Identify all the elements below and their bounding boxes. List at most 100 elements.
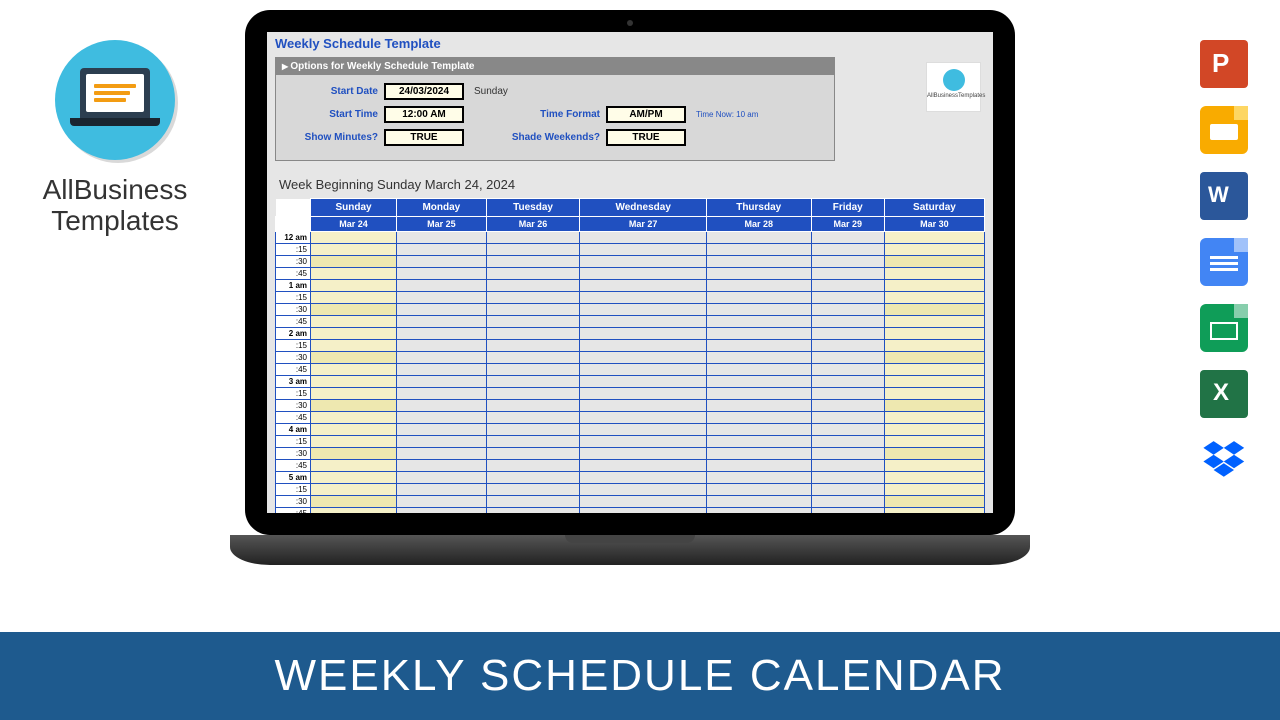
schedule-cell[interactable] xyxy=(706,508,811,514)
schedule-cell[interactable] xyxy=(486,328,580,340)
time-format-field[interactable]: AM/PM xyxy=(606,106,686,123)
schedule-cell[interactable] xyxy=(884,448,984,460)
schedule-cell[interactable] xyxy=(397,436,487,448)
schedule-cell[interactable] xyxy=(884,496,984,508)
schedule-cell[interactable] xyxy=(811,412,884,424)
schedule-cell[interactable] xyxy=(486,304,580,316)
schedule-cell[interactable] xyxy=(706,340,811,352)
schedule-cell[interactable] xyxy=(811,460,884,472)
schedule-cell[interactable] xyxy=(706,292,811,304)
schedule-cell[interactable] xyxy=(706,280,811,292)
schedule-cell[interactable] xyxy=(580,304,706,316)
schedule-cell[interactable] xyxy=(580,364,706,376)
schedule-cell[interactable] xyxy=(884,388,984,400)
schedule-cell[interactable] xyxy=(811,508,884,514)
schedule-cell[interactable] xyxy=(311,340,397,352)
schedule-cell[interactable] xyxy=(884,436,984,448)
schedule-cell[interactable] xyxy=(311,232,397,244)
schedule-cell[interactable] xyxy=(397,340,487,352)
schedule-cell[interactable] xyxy=(397,472,487,484)
schedule-cell[interactable] xyxy=(397,400,487,412)
schedule-cell[interactable] xyxy=(811,280,884,292)
schedule-cell[interactable] xyxy=(811,424,884,436)
schedule-cell[interactable] xyxy=(580,292,706,304)
schedule-cell[interactable] xyxy=(397,424,487,436)
schedule-cell[interactable] xyxy=(811,292,884,304)
schedule-cell[interactable] xyxy=(706,352,811,364)
schedule-cell[interactable] xyxy=(397,316,487,328)
schedule-cell[interactable] xyxy=(811,256,884,268)
schedule-cell[interactable] xyxy=(811,268,884,280)
show-minutes-field[interactable]: TRUE xyxy=(384,129,464,146)
schedule-cell[interactable] xyxy=(580,376,706,388)
schedule-cell[interactable] xyxy=(311,508,397,514)
schedule-cell[interactable] xyxy=(884,292,984,304)
schedule-cell[interactable] xyxy=(486,352,580,364)
schedule-cell[interactable] xyxy=(580,496,706,508)
schedule-cell[interactable] xyxy=(486,460,580,472)
schedule-cell[interactable] xyxy=(311,352,397,364)
schedule-cell[interactable] xyxy=(580,244,706,256)
schedule-cell[interactable] xyxy=(811,328,884,340)
schedule-cell[interactable] xyxy=(580,340,706,352)
schedule-cell[interactable] xyxy=(884,340,984,352)
schedule-cell[interactable] xyxy=(311,424,397,436)
schedule-cell[interactable] xyxy=(486,316,580,328)
schedule-cell[interactable] xyxy=(486,484,580,496)
schedule-cell[interactable] xyxy=(884,304,984,316)
schedule-cell[interactable] xyxy=(580,352,706,364)
schedule-cell[interactable] xyxy=(884,316,984,328)
schedule-cell[interactable] xyxy=(811,448,884,460)
schedule-cell[interactable] xyxy=(397,460,487,472)
schedule-cell[interactable] xyxy=(811,352,884,364)
schedule-cell[interactable] xyxy=(397,448,487,460)
schedule-cell[interactable] xyxy=(311,292,397,304)
schedule-cell[interactable] xyxy=(486,256,580,268)
schedule-cell[interactable] xyxy=(706,400,811,412)
schedule-cell[interactable] xyxy=(311,448,397,460)
schedule-cell[interactable] xyxy=(580,316,706,328)
schedule-cell[interactable] xyxy=(811,232,884,244)
schedule-cell[interactable] xyxy=(486,448,580,460)
schedule-cell[interactable] xyxy=(811,304,884,316)
schedule-cell[interactable] xyxy=(580,232,706,244)
schedule-cell[interactable] xyxy=(580,280,706,292)
schedule-cell[interactable] xyxy=(397,292,487,304)
start-time-field[interactable]: 12:00 AM xyxy=(384,106,464,123)
schedule-cell[interactable] xyxy=(486,364,580,376)
schedule-cell[interactable] xyxy=(706,244,811,256)
schedule-cell[interactable] xyxy=(311,328,397,340)
schedule-cell[interactable] xyxy=(397,364,487,376)
schedule-cell[interactable] xyxy=(486,388,580,400)
schedule-cell[interactable] xyxy=(397,376,487,388)
schedule-cell[interactable] xyxy=(311,388,397,400)
schedule-cell[interactable] xyxy=(884,460,984,472)
schedule-cell[interactable] xyxy=(311,472,397,484)
schedule-cell[interactable] xyxy=(580,508,706,514)
schedule-cell[interactable] xyxy=(397,508,487,514)
schedule-cell[interactable] xyxy=(884,364,984,376)
schedule-cell[interactable] xyxy=(311,412,397,424)
schedule-cell[interactable] xyxy=(580,256,706,268)
schedule-cell[interactable] xyxy=(884,508,984,514)
schedule-cell[interactable] xyxy=(706,232,811,244)
schedule-cell[interactable] xyxy=(884,472,984,484)
schedule-cell[interactable] xyxy=(311,436,397,448)
schedule-cell[interactable] xyxy=(580,268,706,280)
schedule-cell[interactable] xyxy=(397,268,487,280)
schedule-cell[interactable] xyxy=(397,496,487,508)
schedule-cell[interactable] xyxy=(311,484,397,496)
schedule-cell[interactable] xyxy=(884,352,984,364)
schedule-cell[interactable] xyxy=(311,256,397,268)
schedule-cell[interactable] xyxy=(397,232,487,244)
schedule-cell[interactable] xyxy=(486,232,580,244)
schedule-cell[interactable] xyxy=(397,484,487,496)
schedule-cell[interactable] xyxy=(884,268,984,280)
schedule-cell[interactable] xyxy=(706,424,811,436)
schedule-cell[interactable] xyxy=(580,448,706,460)
schedule-cell[interactable] xyxy=(311,376,397,388)
schedule-cell[interactable] xyxy=(884,400,984,412)
start-date-field[interactable]: 24/03/2024 xyxy=(384,83,464,100)
schedule-cell[interactable] xyxy=(486,292,580,304)
schedule-cell[interactable] xyxy=(311,316,397,328)
